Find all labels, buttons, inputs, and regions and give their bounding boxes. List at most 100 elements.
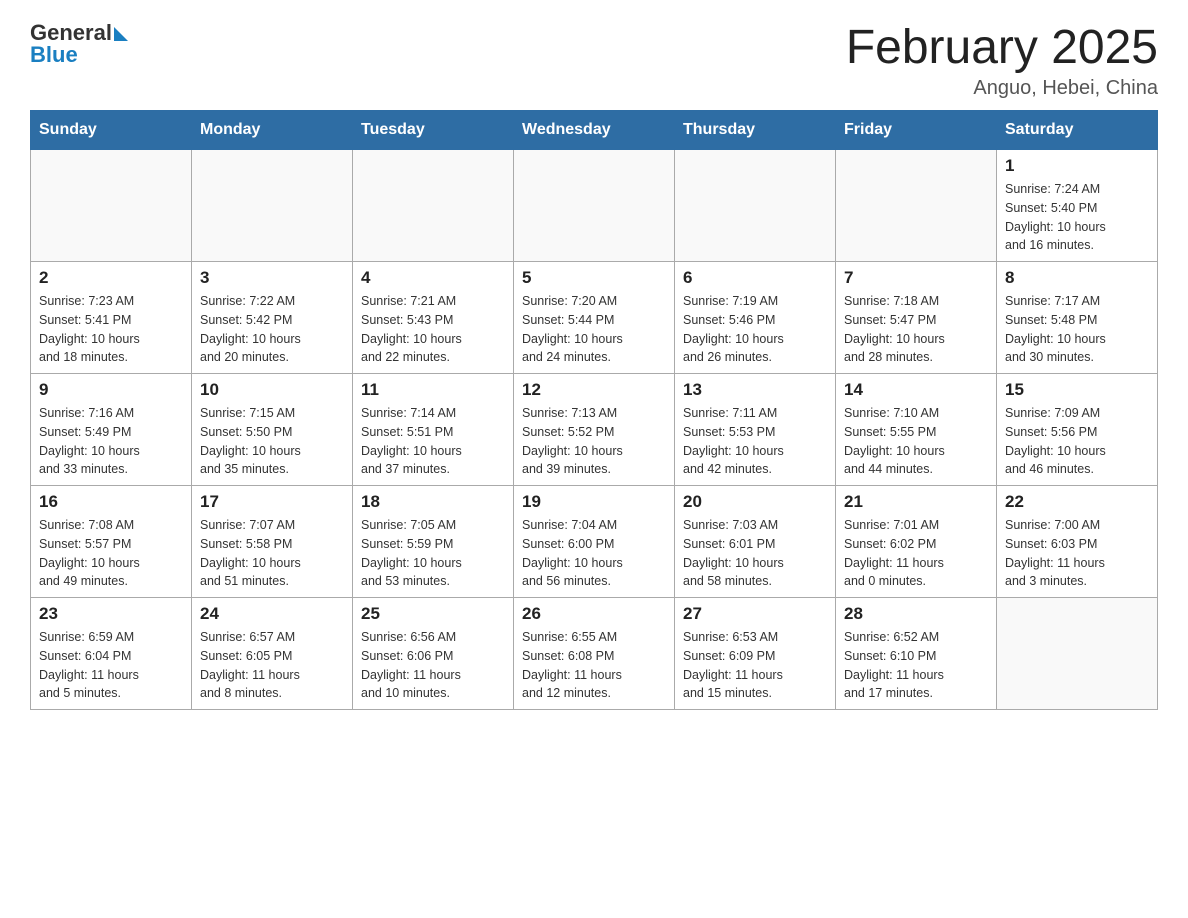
calendar-cell <box>836 150 997 262</box>
calendar-table: SundayMondayTuesdayWednesdayThursdayFrid… <box>30 110 1158 710</box>
calendar-cell: 19Sunrise: 7:04 AMSunset: 6:00 PMDayligh… <box>514 486 675 598</box>
calendar-cell: 7 Sunrise: 7:18 AMSunset: 5:47 PMDaylight… <box>836 262 997 374</box>
day-header-wednesday: Wednesday <box>514 111 675 150</box>
calendar-cell: 25 Sunrise: 6:56 AMSunset: 6:06 PMDayligh… <box>353 598 514 710</box>
day-info: Sunrise: 7:01 AMSunset: 6:02 PMDaylight:… <box>844 516 988 591</box>
calendar-cell: 1 Sunrise: 7:24 AMSunset: 5:40 PMDaylight… <box>997 150 1158 262</box>
day-number: 8 <box>1005 268 1149 288</box>
calendar-cell: 18Sunrise: 7:05 AMSunset: 5:59 PMDayligh… <box>353 486 514 598</box>
day-header-sunday: Sunday <box>31 111 192 150</box>
day-info: Sunrise: 7:11 AMSunset: 5:53 PMDaylight:… <box>683 404 827 479</box>
calendar-cell: 11 Sunrise: 7:14 AMSunset: 5:51 PMDayligh… <box>353 374 514 486</box>
calendar-week-row: 9Sunrise: 7:16 AMSunset: 5:49 PMDaylight… <box>31 374 1158 486</box>
calendar-cell: 3 Sunrise: 7:22 AMSunset: 5:42 PMDaylight… <box>192 262 353 374</box>
day-number: 14 <box>844 380 988 400</box>
day-header-tuesday: Tuesday <box>353 111 514 150</box>
calendar-cell <box>353 150 514 262</box>
day-info: Sunrise: 7:03 AMSunset: 6:01 PMDaylight:… <box>683 516 827 591</box>
calendar-title: February 2025 <box>846 20 1158 75</box>
calendar-week-row: 1 Sunrise: 7:24 AMSunset: 5:40 PMDaylight… <box>31 150 1158 262</box>
day-info: Sunrise: 7:19 AMSunset: 5:46 PMDaylight:… <box>683 292 827 367</box>
day-info: Sunrise: 6:57 AMSunset: 6:05 PMDaylight:… <box>200 628 344 703</box>
calendar-cell: 22 Sunrise: 7:00 AMSunset: 6:03 PMDayligh… <box>997 486 1158 598</box>
calendar-cell: 10 Sunrise: 7:15 AMSunset: 5:50 PMDayligh… <box>192 374 353 486</box>
calendar-cell: 14 Sunrise: 7:10 AMSunset: 5:55 PMDayligh… <box>836 374 997 486</box>
calendar-cell: 21 Sunrise: 7:01 AMSunset: 6:02 PMDayligh… <box>836 486 997 598</box>
day-number: 27 <box>683 604 827 624</box>
calendar-week-row: 2 Sunrise: 7:23 AMSunset: 5:41 PMDaylight… <box>31 262 1158 374</box>
calendar-cell <box>997 598 1158 710</box>
calendar-week-row: 16 Sunrise: 7:08 AMSunset: 5:57 PMDayligh… <box>31 486 1158 598</box>
day-number: 9 <box>39 380 183 400</box>
calendar-subtitle: Anguo, Hebei, China <box>846 77 1158 100</box>
day-number: 7 <box>844 268 988 288</box>
calendar-cell <box>514 150 675 262</box>
calendar-week-row: 23Sunrise: 6:59 AMSunset: 6:04 PMDayligh… <box>31 598 1158 710</box>
day-header-thursday: Thursday <box>675 111 836 150</box>
logo-blue-text: Blue <box>30 42 128 68</box>
calendar-cell: 26 Sunrise: 6:55 AMSunset: 6:08 PMDayligh… <box>514 598 675 710</box>
day-number: 17 <box>200 492 344 512</box>
day-info: Sunrise: 7:23 AMSunset: 5:41 PMDaylight:… <box>39 292 183 367</box>
calendar-header-row: SundayMondayTuesdayWednesdayThursdayFrid… <box>31 111 1158 150</box>
day-info: Sunrise: 7:17 AMSunset: 5:48 PMDaylight:… <box>1005 292 1149 367</box>
day-number: 16 <box>39 492 183 512</box>
day-number: 12 <box>522 380 666 400</box>
calendar-cell: 23Sunrise: 6:59 AMSunset: 6:04 PMDayligh… <box>31 598 192 710</box>
title-area: February 2025 Anguo, Hebei, China <box>846 20 1158 100</box>
day-header-monday: Monday <box>192 111 353 150</box>
calendar-cell: 27 Sunrise: 6:53 AMSunset: 6:09 PMDayligh… <box>675 598 836 710</box>
calendar-cell: 13 Sunrise: 7:11 AMSunset: 5:53 PMDayligh… <box>675 374 836 486</box>
day-number: 24 <box>200 604 344 624</box>
day-number: 23 <box>39 604 183 624</box>
day-number: 6 <box>683 268 827 288</box>
day-info: Sunrise: 7:20 AMSunset: 5:44 PMDaylight:… <box>522 292 666 367</box>
calendar-cell: 12Sunrise: 7:13 AMSunset: 5:52 PMDayligh… <box>514 374 675 486</box>
day-info: Sunrise: 7:00 AMSunset: 6:03 PMDaylight:… <box>1005 516 1149 591</box>
day-number: 25 <box>361 604 505 624</box>
day-number: 21 <box>844 492 988 512</box>
calendar-cell: 6 Sunrise: 7:19 AMSunset: 5:46 PMDaylight… <box>675 262 836 374</box>
day-number: 2 <box>39 268 183 288</box>
day-info: Sunrise: 6:55 AMSunset: 6:08 PMDaylight:… <box>522 628 666 703</box>
day-info: Sunrise: 6:53 AMSunset: 6:09 PMDaylight:… <box>683 628 827 703</box>
day-number: 20 <box>683 492 827 512</box>
day-info: Sunrise: 7:14 AMSunset: 5:51 PMDaylight:… <box>361 404 505 479</box>
day-info: Sunrise: 7:07 AMSunset: 5:58 PMDaylight:… <box>200 516 344 591</box>
day-number: 15 <box>1005 380 1149 400</box>
day-info: Sunrise: 6:56 AMSunset: 6:06 PMDaylight:… <box>361 628 505 703</box>
calendar-cell: 17 Sunrise: 7:07 AMSunset: 5:58 PMDayligh… <box>192 486 353 598</box>
day-header-saturday: Saturday <box>997 111 1158 150</box>
calendar-cell: 28 Sunrise: 6:52 AMSunset: 6:10 PMDayligh… <box>836 598 997 710</box>
calendar-cell: 4Sunrise: 7:21 AMSunset: 5:43 PMDaylight… <box>353 262 514 374</box>
logo-triangle-icon <box>114 27 128 41</box>
day-info: Sunrise: 7:18 AMSunset: 5:47 PMDaylight:… <box>844 292 988 367</box>
calendar-cell <box>192 150 353 262</box>
day-header-friday: Friday <box>836 111 997 150</box>
day-number: 13 <box>683 380 827 400</box>
day-number: 11 <box>361 380 505 400</box>
day-info: Sunrise: 6:52 AMSunset: 6:10 PMDaylight:… <box>844 628 988 703</box>
logo: General Blue <box>30 20 128 68</box>
calendar-cell <box>31 150 192 262</box>
calendar-cell: 16 Sunrise: 7:08 AMSunset: 5:57 PMDayligh… <box>31 486 192 598</box>
day-number: 22 <box>1005 492 1149 512</box>
day-number: 28 <box>844 604 988 624</box>
calendar-cell: 9Sunrise: 7:16 AMSunset: 5:49 PMDaylight… <box>31 374 192 486</box>
day-number: 19 <box>522 492 666 512</box>
day-info: Sunrise: 7:24 AMSunset: 5:40 PMDaylight:… <box>1005 180 1149 255</box>
calendar-cell: 5 Sunrise: 7:20 AMSunset: 5:44 PMDaylight… <box>514 262 675 374</box>
day-number: 1 <box>1005 156 1149 176</box>
day-number: 3 <box>200 268 344 288</box>
calendar-cell: 15Sunrise: 7:09 AMSunset: 5:56 PMDayligh… <box>997 374 1158 486</box>
calendar-cell: 2 Sunrise: 7:23 AMSunset: 5:41 PMDaylight… <box>31 262 192 374</box>
page-header: General Blue February 2025 Anguo, Hebei,… <box>30 20 1158 100</box>
day-info: Sunrise: 7:10 AMSunset: 5:55 PMDaylight:… <box>844 404 988 479</box>
calendar-cell <box>675 150 836 262</box>
day-info: Sunrise: 7:22 AMSunset: 5:42 PMDaylight:… <box>200 292 344 367</box>
day-number: 10 <box>200 380 344 400</box>
day-number: 5 <box>522 268 666 288</box>
day-info: Sunrise: 7:15 AMSunset: 5:50 PMDaylight:… <box>200 404 344 479</box>
day-info: Sunrise: 7:08 AMSunset: 5:57 PMDaylight:… <box>39 516 183 591</box>
day-number: 26 <box>522 604 666 624</box>
